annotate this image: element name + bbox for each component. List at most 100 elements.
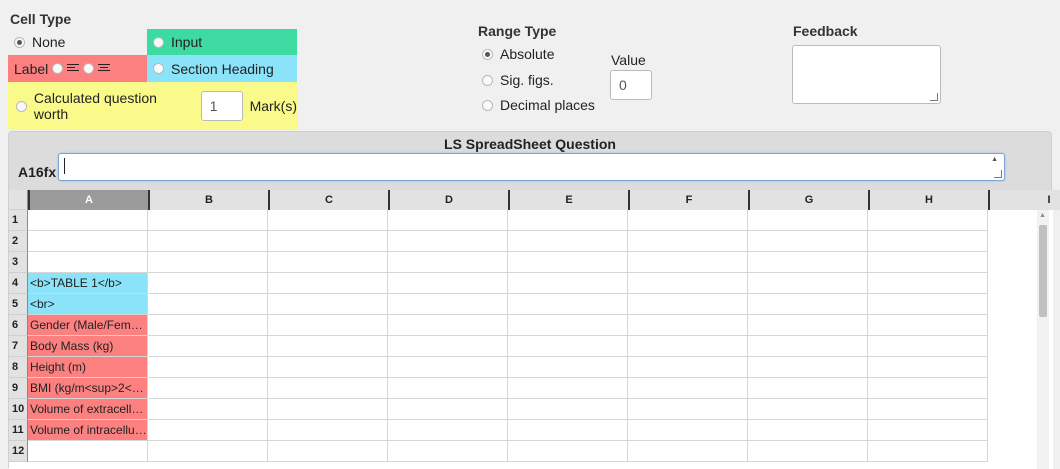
scroll-up-arrow-icon[interactable]: ▲ bbox=[1039, 212, 1046, 219]
cell-b10[interactable] bbox=[148, 399, 268, 420]
row-header-12[interactable]: 12 bbox=[9, 441, 28, 462]
column-header-h[interactable]: H bbox=[868, 190, 988, 210]
cell-c1[interactable] bbox=[268, 210, 388, 231]
row-header-3[interactable]: 3 bbox=[9, 252, 28, 273]
cell-e12[interactable] bbox=[508, 441, 628, 462]
cell-c5[interactable] bbox=[268, 294, 388, 315]
cell-type-none-option[interactable]: None bbox=[14, 34, 65, 50]
cell-b6[interactable] bbox=[148, 315, 268, 336]
cell-b4[interactable] bbox=[148, 273, 268, 294]
cell-h10[interactable] bbox=[868, 399, 988, 420]
cell-g11[interactable] bbox=[748, 420, 868, 441]
cell-h5[interactable] bbox=[868, 294, 988, 315]
cell-d3[interactable] bbox=[388, 252, 508, 273]
cell-a12[interactable] bbox=[28, 441, 148, 462]
label-center-radio[interactable] bbox=[83, 63, 95, 74]
resize-grip-icon[interactable] bbox=[930, 93, 938, 101]
cell-f5[interactable] bbox=[628, 294, 748, 315]
cell-a10[interactable]: Volume of extracell… bbox=[28, 399, 148, 420]
cell-h12[interactable] bbox=[868, 441, 988, 462]
cell-type-label-option[interactable]: Label bbox=[8, 55, 147, 82]
cell-h2[interactable] bbox=[868, 231, 988, 252]
cell-d11[interactable] bbox=[388, 420, 508, 441]
column-header-g[interactable]: G bbox=[748, 190, 868, 210]
cell-g7[interactable] bbox=[748, 336, 868, 357]
sigfigs-radio[interactable] bbox=[482, 74, 493, 86]
marks-input[interactable]: 1 bbox=[200, 91, 243, 121]
cell-e9[interactable] bbox=[508, 378, 628, 399]
row-header-5[interactable]: 5 bbox=[9, 294, 28, 315]
cell-g5[interactable] bbox=[748, 294, 868, 315]
row-header-2[interactable]: 2 bbox=[9, 231, 28, 252]
cell-c12[interactable] bbox=[268, 441, 388, 462]
column-header-b[interactable]: B bbox=[148, 190, 268, 210]
cell-f3[interactable] bbox=[628, 252, 748, 273]
input-radio[interactable] bbox=[153, 36, 164, 48]
feedback-textarea[interactable] bbox=[792, 45, 941, 104]
cell-g10[interactable] bbox=[748, 399, 868, 420]
decimal-radio[interactable] bbox=[482, 99, 493, 111]
range-sigfigs-option[interactable]: Sig. figs. bbox=[482, 72, 554, 88]
cell-d9[interactable] bbox=[388, 378, 508, 399]
cell-b12[interactable] bbox=[148, 441, 268, 462]
cell-a1[interactable] bbox=[28, 210, 148, 231]
cell-f4[interactable] bbox=[628, 273, 748, 294]
cell-b8[interactable] bbox=[148, 357, 268, 378]
row-header-7[interactable]: 7 bbox=[9, 336, 28, 357]
cell-c3[interactable] bbox=[268, 252, 388, 273]
cell-c2[interactable] bbox=[268, 231, 388, 252]
cell-d6[interactable] bbox=[388, 315, 508, 336]
cell-c6[interactable] bbox=[268, 315, 388, 336]
cell-e11[interactable] bbox=[508, 420, 628, 441]
row-header-10[interactable]: 10 bbox=[9, 399, 28, 420]
cell-h6[interactable] bbox=[868, 315, 988, 336]
cell-e8[interactable] bbox=[508, 357, 628, 378]
cell-a2[interactable] bbox=[28, 231, 148, 252]
cell-b9[interactable] bbox=[148, 378, 268, 399]
cell-c4[interactable] bbox=[268, 273, 388, 294]
cell-c8[interactable] bbox=[268, 357, 388, 378]
cell-f7[interactable] bbox=[628, 336, 748, 357]
cell-h3[interactable] bbox=[868, 252, 988, 273]
cell-type-section-heading-option[interactable]: Section Heading bbox=[147, 55, 297, 82]
cell-g2[interactable] bbox=[748, 231, 868, 252]
cell-f12[interactable] bbox=[628, 441, 748, 462]
cell-f10[interactable] bbox=[628, 399, 748, 420]
cell-e4[interactable] bbox=[508, 273, 628, 294]
row-header-9[interactable]: 9 bbox=[9, 378, 28, 399]
scroll-up-icon[interactable]: ▲ bbox=[991, 156, 998, 163]
cell-a3[interactable] bbox=[28, 252, 148, 273]
row-header-4[interactable]: 4 bbox=[9, 273, 28, 294]
section-heading-radio[interactable] bbox=[153, 63, 164, 74]
resize-grip-icon[interactable] bbox=[994, 170, 1002, 178]
label-left-radio[interactable] bbox=[52, 63, 64, 74]
cell-h1[interactable] bbox=[868, 210, 988, 231]
cell-a11[interactable]: Volume of intracellu… bbox=[28, 420, 148, 441]
cell-a5[interactable]: <br> bbox=[28, 294, 148, 315]
cell-b7[interactable] bbox=[148, 336, 268, 357]
column-header-a[interactable]: A bbox=[28, 190, 148, 210]
cell-f6[interactable] bbox=[628, 315, 748, 336]
cell-type-calculated-option[interactable]: Calculated question worth 1 Mark(s) bbox=[8, 82, 297, 130]
cell-d7[interactable] bbox=[388, 336, 508, 357]
cell-f9[interactable] bbox=[628, 378, 748, 399]
cell-b5[interactable] bbox=[148, 294, 268, 315]
cell-f11[interactable] bbox=[628, 420, 748, 441]
cell-h8[interactable] bbox=[868, 357, 988, 378]
scroll-thumb[interactable] bbox=[1039, 225, 1047, 317]
cell-g3[interactable] bbox=[748, 252, 868, 273]
none-radio[interactable] bbox=[14, 36, 25, 48]
cell-g6[interactable] bbox=[748, 315, 868, 336]
vertical-scrollbar[interactable]: ▲ bbox=[1037, 210, 1049, 469]
column-header-f[interactable]: F bbox=[628, 190, 748, 210]
cell-e5[interactable] bbox=[508, 294, 628, 315]
cell-e6[interactable] bbox=[508, 315, 628, 336]
cell-b3[interactable] bbox=[148, 252, 268, 273]
range-absolute-option[interactable]: Absolute bbox=[482, 46, 554, 62]
cell-a6[interactable]: Gender (Male/Fem… bbox=[28, 315, 148, 336]
cell-f1[interactable] bbox=[628, 210, 748, 231]
formula-input[interactable]: ▲ bbox=[58, 153, 1005, 181]
cell-g12[interactable] bbox=[748, 441, 868, 462]
cell-c10[interactable] bbox=[268, 399, 388, 420]
cell-h9[interactable] bbox=[868, 378, 988, 399]
